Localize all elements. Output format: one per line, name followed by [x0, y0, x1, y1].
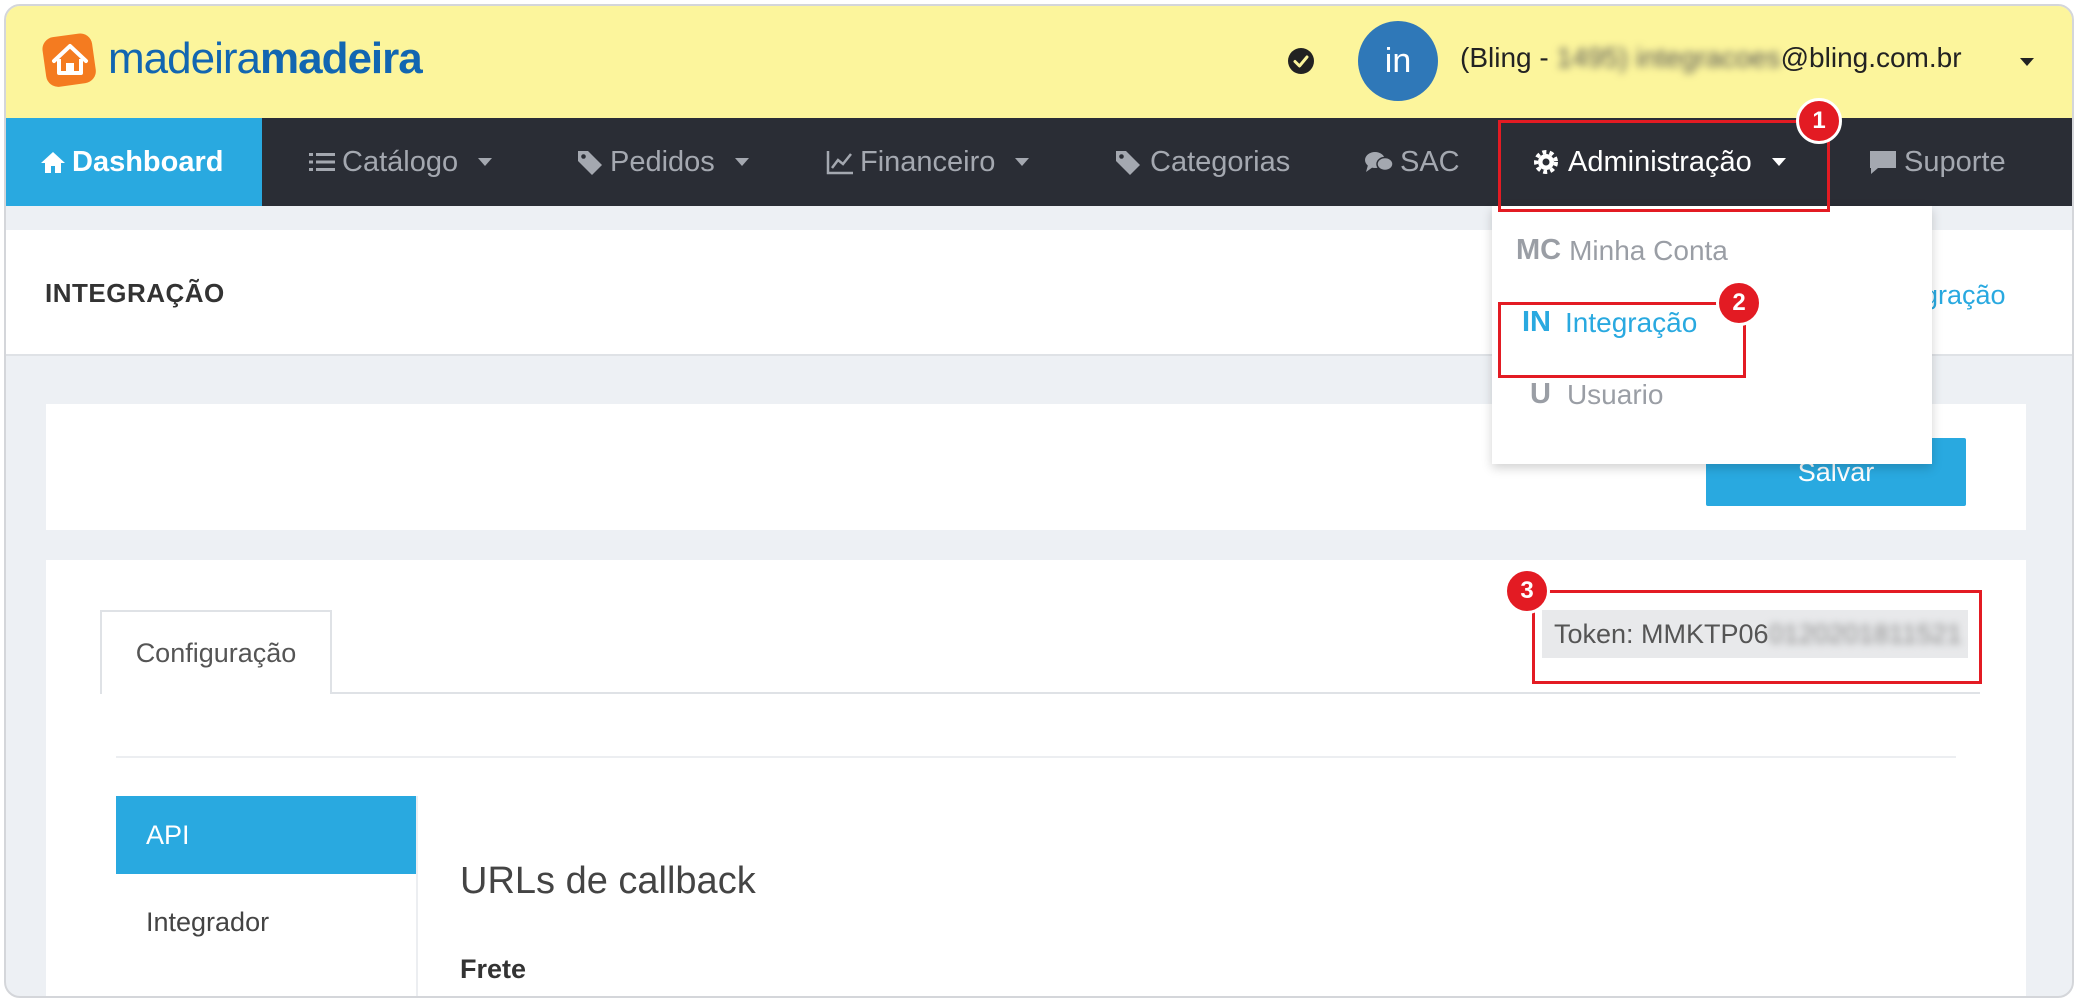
chevron-down-icon[interactable] — [2020, 58, 2034, 66]
nav-categorias[interactable]: Categorias — [1114, 118, 1290, 206]
chat-icon — [1365, 152, 1394, 172]
tabs-divider — [100, 692, 1980, 694]
annotation-box-3 — [1532, 590, 1982, 684]
chevron-down-icon — [478, 158, 493, 166]
sidebar-item-integrador[interactable]: Integrador — [116, 892, 416, 952]
list-icon — [309, 153, 335, 171]
user-avatar[interactable]: in — [1358, 21, 1438, 101]
menu-item-abbr: U — [1530, 378, 1551, 410]
comment-icon — [1870, 151, 1896, 174]
menu-item-abbr: MC — [1516, 234, 1562, 266]
chevron-down-icon — [734, 158, 749, 166]
nav-suporte[interactable]: Suporte — [1868, 118, 2006, 206]
top-bar: madeiramadeira in (Bling - 1495) integra… — [6, 6, 2072, 118]
page-title: INTEGRAÇÃO — [45, 278, 225, 308]
sidebar-divider — [416, 796, 418, 996]
redacted-text: 1495) integracoes — [1556, 42, 1781, 73]
home-icon — [41, 152, 65, 173]
tags-icon — [1116, 151, 1140, 175]
brand-name: madeiramadeira — [108, 34, 423, 83]
nav-catalogo[interactable]: Catálogo — [308, 118, 493, 206]
annotation-badge-2: 2 — [1716, 280, 1762, 326]
user-menu-label[interactable]: (Bling - 1495) integracoes@bling.com.br — [1460, 42, 1962, 74]
sidebar-item-api[interactable]: API — [116, 796, 416, 874]
section-divider — [116, 756, 1956, 758]
nav-sac[interactable]: SAC — [1364, 118, 1460, 206]
nav-financeiro[interactable]: Financeiro — [826, 118, 1030, 206]
menu-item-usuario[interactable]: U Usuario — [1530, 378, 1663, 411]
annotation-badge-3: 3 — [1504, 568, 1550, 614]
nav-pedidos[interactable]: Pedidos — [576, 118, 749, 206]
chevron-down-icon — [1015, 158, 1030, 166]
app-window: madeiramadeira in (Bling - 1495) integra… — [4, 4, 2074, 998]
line-chart-icon — [826, 151, 853, 175]
tab-configuracao[interactable]: Configuração — [100, 610, 332, 694]
annotation-badge-1: 1 — [1796, 98, 1842, 144]
check-circle-icon[interactable] — [1286, 46, 1316, 76]
nav-dashboard[interactable]: Dashboard — [6, 118, 262, 206]
annotation-box-2 — [1498, 302, 1746, 378]
brand-logo[interactable]: madeiramadeira — [42, 31, 423, 87]
tag-icon — [578, 151, 602, 175]
menu-item-minha-conta[interactable]: MC Minha Conta — [1516, 234, 1728, 267]
field-label-frete: Frete — [460, 954, 527, 984]
annotation-box-1 — [1498, 120, 1830, 212]
section-title: URLs de callback — [460, 860, 756, 902]
house-logo-icon — [42, 33, 96, 87]
